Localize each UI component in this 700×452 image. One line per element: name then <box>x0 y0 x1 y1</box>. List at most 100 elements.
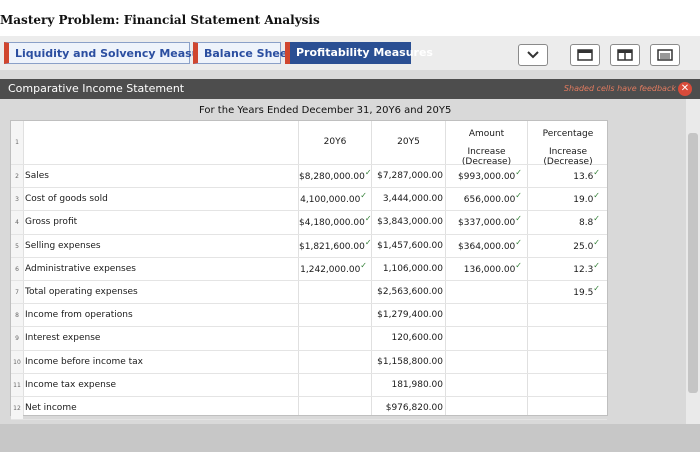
scrollbar-thumb[interactable] <box>688 133 698 393</box>
cell-20y6[interactable]: 4,100,000.00✓ <box>299 188 367 212</box>
cell-percent-change[interactable]: 25.0✓ <box>528 235 600 259</box>
check-icon: ✓ <box>593 168 600 177</box>
check-icon: ✓ <box>515 214 522 224</box>
header-percentage: Percentage <box>542 129 594 139</box>
table-row: 7 Total operating expenses $2,563,600.00 19… <box>11 281 607 305</box>
row-label: Income before income tax <box>25 356 143 367</box>
header-amount-sub: Increase (Decrease) <box>461 147 512 167</box>
split-view-icon[interactable] <box>610 44 640 66</box>
row-label: Gross profit <box>25 217 78 228</box>
row-number: 2 <box>11 165 23 188</box>
row-number: 12 <box>11 397 23 420</box>
table-row: 12 Net income $976,820.00 <box>11 397 607 421</box>
table-row: 10 Income before income tax $1,158,800.00 <box>11 350 607 374</box>
row-label: Income tax expense <box>25 379 117 390</box>
cell-20y6[interactable]: $1,821,600.00✓ <box>299 235 372 259</box>
check-icon: ✓ <box>364 168 372 177</box>
row-number: 11 <box>11 373 23 396</box>
row-number: 9 <box>11 327 23 350</box>
table-row: 8 Income from operations $1,279,400.00 <box>11 304 607 328</box>
full-view-icon[interactable] <box>650 44 680 66</box>
row-number: 1 <box>11 121 23 164</box>
table-row: 2 Sales $8,280,000.00✓ $7,287,000.00 $993,00… <box>11 165 607 189</box>
tab-balance-sheet[interactable]: Balance Sheet <box>193 42 293 64</box>
check-icon: ✓ <box>515 191 522 201</box>
panel-header: Comparative Income Statement Shaded cell… <box>0 79 700 99</box>
row-label: Total operating expenses <box>25 287 138 297</box>
check-icon: ✓ <box>593 237 600 247</box>
cell-20y5[interactable]: 3,444,000.00 <box>372 188 443 211</box>
close-icon[interactable]: ✕ <box>678 82 692 96</box>
check-icon: ✓ <box>593 260 600 270</box>
statement-subtitle: For the Years Ended December 31, 20Y6 an… <box>199 105 452 116</box>
header-percentage-sub: Increase (Decrease) <box>543 147 593 167</box>
tab-liquidity-solvency[interactable]: Liquidity and Solvency Measures <box>4 42 219 64</box>
cell-percent-change[interactable]: 12.3✓ <box>528 258 600 282</box>
cell-20y5[interactable]: 120,600.00 <box>372 327 443 350</box>
vertical-scrollbar[interactable] <box>686 99 700 424</box>
table-row: 4 Gross profit $4,180,000.00✓ $3,843,000.00… <box>11 211 607 235</box>
row-label: Administrative expenses <box>25 263 136 274</box>
table-row: 11 Income tax expense 181,980.00 <box>11 373 607 397</box>
row-label: Cost of goods sold <box>25 194 108 205</box>
cell-20y5[interactable]: $1,158,800.00 <box>372 351 443 374</box>
cell-20y5[interactable]: $7,287,000.00 <box>372 165 443 188</box>
row-number: 8 <box>11 304 23 327</box>
tab-profitability-measures[interactable]: Profitability Measures <box>285 42 433 64</box>
tab-bar: Liquidity and Solvency Measures Balance … <box>0 36 700 70</box>
cell-20y5[interactable]: 181,980.00 <box>372 374 443 397</box>
cell-20y5[interactable]: $1,457,600.00 <box>372 235 443 258</box>
cell-20y6[interactable]: 1,242,000.00✓ <box>299 258 367 282</box>
check-icon: ✓ <box>364 214 372 224</box>
cell-20y5[interactable]: 1,106,000.00 <box>372 258 443 281</box>
income-statement-table: 1 20Y6 20Y5 Amount Increase (Decrease) P… <box>10 120 608 421</box>
row-number: 5 <box>11 234 23 257</box>
panel-title: Comparative Income Statement <box>8 82 185 95</box>
cell-percent-change[interactable]: 13.6✓ <box>528 165 600 189</box>
row-label: Sales <box>25 171 49 181</box>
check-icon: ✓ <box>364 237 372 247</box>
check-icon: ✓ <box>360 191 367 201</box>
cell-20y6[interactable]: $4,180,000.00✓ <box>299 211 372 235</box>
header-amount: Amount <box>468 129 505 139</box>
page-title: Mastery Problem: Financial Statement Ana… <box>0 13 320 27</box>
cell-percent-change[interactable]: 19.5✓ <box>528 281 600 305</box>
check-icon: ✓ <box>593 284 600 293</box>
check-icon: ✓ <box>515 237 522 247</box>
bottom-bar <box>0 424 700 452</box>
cell-20y6[interactable]: $8,280,000.00✓ <box>299 165 372 189</box>
cell-amount-change[interactable]: 136,000.00✓ <box>446 258 522 282</box>
cell-amount-change[interactable]: $364,000.00✓ <box>446 235 522 259</box>
row-number: 10 <box>11 350 23 373</box>
cell-amount-change[interactable]: $337,000.00✓ <box>446 211 522 235</box>
check-icon: ✓ <box>515 168 522 177</box>
cell-amount-change[interactable]: $993,000.00✓ <box>446 165 522 189</box>
title-bar: Mastery Problem: Financial Statement Ana… <box>0 0 700 40</box>
row-label: Selling expenses <box>25 240 101 251</box>
header-row: 1 20Y6 20Y5 Amount Increase (Decrease) P… <box>11 121 607 167</box>
cell-percent-change[interactable]: 8.8✓ <box>528 211 600 235</box>
cell-20y5[interactable]: $3,843,000.00 <box>372 211 443 234</box>
header-20y6: 20Y6 <box>323 137 347 147</box>
cell-20y5[interactable]: $1,279,400.00 <box>372 304 443 327</box>
feedback-note: Shaded cells have feedback <box>563 84 676 93</box>
header-20y5: 20Y5 <box>397 137 420 147</box>
cell-20y5[interactable]: $2,563,600.00 <box>372 281 443 304</box>
row-number: 7 <box>11 281 23 304</box>
row-label: Income from operations <box>25 310 133 321</box>
row-number: 6 <box>11 257 23 280</box>
check-icon: ✓ <box>515 260 522 270</box>
row-label: Net income <box>25 403 77 413</box>
table-row: 9 Interest expense 120,600.00 <box>11 327 607 351</box>
chevron-down-icon[interactable] <box>518 44 548 66</box>
row-number: 3 <box>11 188 23 211</box>
check-icon: ✓ <box>593 191 600 201</box>
table-row: 5 Selling expenses $1,821,600.00✓ $1,457,60… <box>11 234 607 259</box>
check-icon: ✓ <box>593 214 600 224</box>
cell-percent-change[interactable]: 19.0✓ <box>528 188 600 212</box>
cell-20y5[interactable]: $976,820.00 <box>372 397 443 420</box>
window-icon[interactable] <box>570 44 600 66</box>
row-label: Interest expense <box>25 333 101 344</box>
cell-amount-change[interactable]: 656,000.00✓ <box>446 188 522 212</box>
table-row: 6 Administrative expenses 1,242,000.00✓ 1,1… <box>11 257 607 282</box>
